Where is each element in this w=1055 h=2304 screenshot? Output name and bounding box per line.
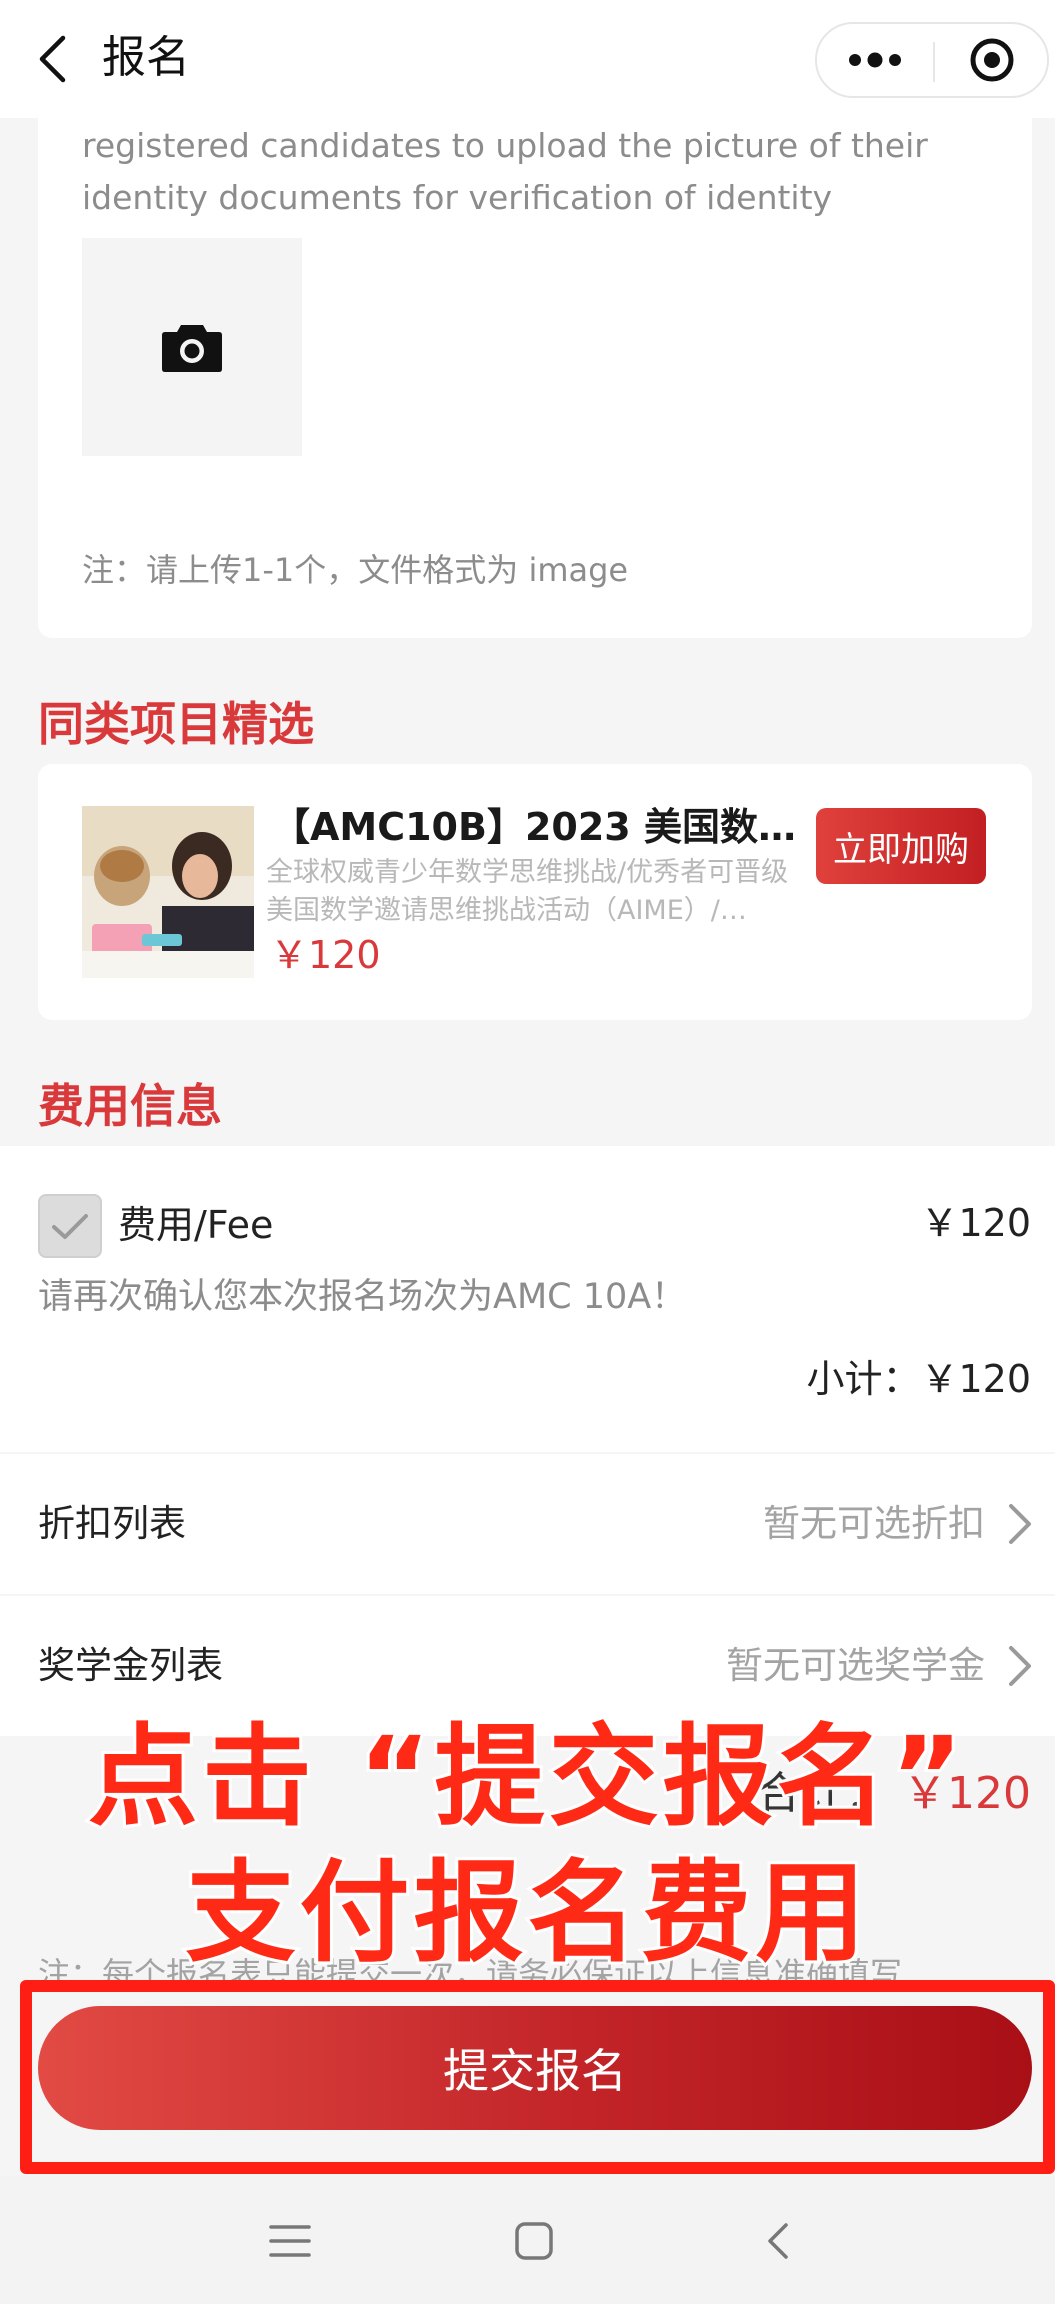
checkmark-icon xyxy=(52,1214,88,1239)
submit-registration-button[interactable]: 提交报名 xyxy=(38,2006,1032,2130)
chevron-right-icon xyxy=(1009,1646,1031,1686)
add-to-cart-button[interactable]: 立即加购 xyxy=(816,808,986,884)
more-menu-button[interactable] xyxy=(817,24,933,96)
upload-description: registered candidates to upload the pict… xyxy=(82,126,928,217)
target-circle-icon xyxy=(970,38,1014,82)
product-thumbnail xyxy=(82,806,254,978)
fee-item-label: 费用/Fee xyxy=(118,1203,274,1247)
discount-value: 暂无可选折扣 xyxy=(763,1502,985,1545)
discount-list-row[interactable]: 折扣列表 暂无可选折扣 xyxy=(0,1454,1055,1594)
back-arrow-icon xyxy=(39,35,66,83)
system-back-button[interactable] xyxy=(738,2206,818,2276)
close-mini-program-button[interactable] xyxy=(935,24,1049,96)
photo-upload-button[interactable] xyxy=(82,238,302,456)
overlay-instruction-line2: 支付报名费用 xyxy=(183,1846,870,1980)
fee-checkbox[interactable] xyxy=(38,1194,102,1258)
back-chevron-icon xyxy=(768,2223,788,2259)
mini-program-capsule xyxy=(815,22,1049,98)
more-dots-icon xyxy=(849,52,901,68)
scholarship-label: 奖学金列表 xyxy=(38,1644,223,1687)
similar-section-title: 同类项目精选 xyxy=(38,697,314,751)
scholarship-value: 暂无可选奖学金 xyxy=(726,1644,985,1687)
recent-apps-button[interactable] xyxy=(250,2206,330,2276)
fee-section-title: 费用信息 xyxy=(38,1079,222,1133)
session-confirm-text: 请再次确认您本次报名场次为AMC 10A！ xyxy=(38,1277,687,1317)
product-card[interactable]: 【AMC10B】2023 美国数学… 全球权威青少年数学思维挑战/优秀者可晋级美… xyxy=(38,764,1032,1020)
camera-icon xyxy=(162,325,222,372)
page-title: 报名 xyxy=(102,32,190,83)
back-button[interactable] xyxy=(22,26,82,92)
id-upload-card: registered candidates to upload the pict… xyxy=(38,60,1032,638)
students-photo-image xyxy=(82,806,254,978)
home-square-icon xyxy=(515,2222,553,2260)
top-navbar: 报名 xyxy=(0,0,1055,118)
product-price: ￥120 xyxy=(270,933,381,977)
fee-panel: 费用/Fee ￥120 请再次确认您本次报名场次为AMC 10A！ 小计：￥12… xyxy=(0,1146,1055,1452)
overlay-instruction-line1: 点击 “提交报名” xyxy=(85,1710,967,1844)
home-button[interactable] xyxy=(494,2206,574,2276)
product-description: 全球权威青少年数学思维挑战/优秀者可晋级美国数学邀请思维挑战活动（AIME）/… xyxy=(266,857,789,926)
product-name: 【AMC10B】2023 美国数学… xyxy=(272,805,812,849)
system-navigation-bar xyxy=(0,2176,1055,2304)
menu-lines-icon xyxy=(269,2225,311,2257)
subtotal: 小计：￥120 xyxy=(806,1357,1031,1401)
fee-item-amount: ￥120 xyxy=(920,1201,1031,1245)
chevron-right-icon xyxy=(1009,1504,1031,1544)
upload-note: 注：请上传1-1个，文件格式为 image xyxy=(82,551,629,589)
discount-label: 折扣列表 xyxy=(38,1502,186,1545)
